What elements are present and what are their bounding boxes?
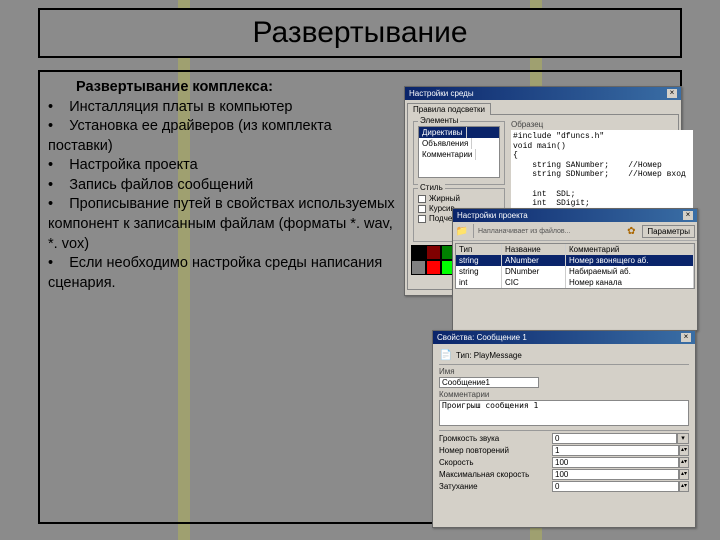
table-row[interactable]: intCICНомер канала — [456, 277, 694, 288]
slide-title: Развертывание — [252, 16, 467, 50]
bullet-item: • Настройка проекта — [48, 156, 400, 176]
list-item[interactable]: Комментарии — [419, 149, 499, 160]
maxspeed-label: Максимальная скорость — [439, 470, 549, 479]
bullet-item: • Если необходимо настройка среды написа… — [48, 254, 400, 293]
comment-input[interactable] — [439, 400, 689, 426]
type-label: Тип: PlayMessage — [456, 351, 522, 360]
list-item[interactable]: Директивы — [419, 127, 499, 138]
window-title: Настройки проекта — [457, 211, 528, 220]
window-title: Настройки среды — [409, 89, 474, 98]
name-input[interactable] — [439, 377, 539, 388]
volume-select[interactable]: ▾ — [552, 433, 689, 444]
titlebar[interactable]: Настройки среды × — [405, 87, 681, 100]
list-item[interactable]: Объявления — [419, 138, 499, 149]
col-comment[interactable]: Комментарий — [566, 244, 694, 255]
window-message-properties: Свойства: Сообщение 1 × 📄 Тип: PlayMessa… — [432, 330, 696, 528]
table-row[interactable]: stringANumberНомер звонящего аб. — [456, 255, 694, 266]
color-swatch[interactable] — [411, 245, 426, 260]
bullet-item: • Запись файлов сообщений — [48, 176, 400, 196]
chevron-down-icon: ▾ — [677, 433, 689, 444]
slide-heading: Развертывание комплекса: — [48, 78, 400, 98]
tab-highlight-rules[interactable]: Правила подсветки — [407, 103, 491, 115]
delay-spinner[interactable]: ▴▾ — [552, 481, 689, 492]
sample-label: Образец — [511, 120, 693, 129]
table-row[interactable]: stringDNumberНабираемый аб. — [456, 266, 694, 277]
color-swatch[interactable] — [426, 260, 441, 275]
maxspeed-spinner[interactable]: ▴▾ — [552, 469, 689, 480]
volume-label: Громкость звука — [439, 434, 549, 443]
col-type[interactable]: Тип — [456, 244, 502, 255]
bullet-item: • Установка ее драйверов (из комплекта п… — [48, 117, 400, 156]
folder-icon[interactable]: 📁 — [455, 224, 469, 238]
bullet-item: • Прописывание путей в свойствах использ… — [48, 195, 400, 254]
variables-list: Тип Название Комментарий stringANumberНо… — [455, 243, 695, 289]
group-elements-label: Элементы — [418, 116, 460, 125]
close-icon[interactable]: × — [667, 89, 677, 98]
titlebar[interactable]: Настройки проекта × — [453, 209, 697, 222]
checkbox-bold[interactable]: Жирный — [418, 194, 500, 203]
repeat-label: Номер повторений — [439, 446, 549, 455]
close-icon[interactable]: × — [683, 211, 693, 220]
titlebar[interactable]: Свойства: Сообщение 1 × — [433, 331, 695, 344]
delay-label: Затухание — [439, 482, 549, 491]
path-label: Нап­ла­начивает из файлов... — [478, 228, 620, 235]
window-project-settings: Настройки проекта × 📁 Нап­ла­начивает из… — [452, 208, 698, 331]
close-icon[interactable]: × — [681, 333, 691, 342]
bullet-item: • Инсталляция платы в компьютер — [48, 98, 400, 118]
group-style-label: Стиль — [418, 183, 445, 192]
color-swatch[interactable] — [426, 245, 441, 260]
slide-title-box: Развертывание — [38, 8, 682, 58]
gear-icon[interactable]: ✿ — [624, 224, 638, 238]
window-title: Свойства: Сообщение 1 — [437, 333, 527, 342]
doc-icon: 📄 — [439, 348, 453, 362]
repeat-spinner[interactable]: ▴▾ — [552, 445, 689, 456]
speed-label: Скорость — [439, 458, 549, 467]
comment-label: Комментарии — [439, 390, 689, 399]
params-button[interactable]: Параметры — [642, 225, 695, 238]
col-name[interactable]: Название — [502, 244, 566, 255]
name-label: Имя — [439, 367, 689, 376]
slide-text: Развертывание комплекса: • Инсталляция п… — [48, 78, 400, 293]
color-swatch[interactable] — [411, 260, 426, 275]
speed-spinner[interactable]: ▴▾ — [552, 457, 689, 468]
